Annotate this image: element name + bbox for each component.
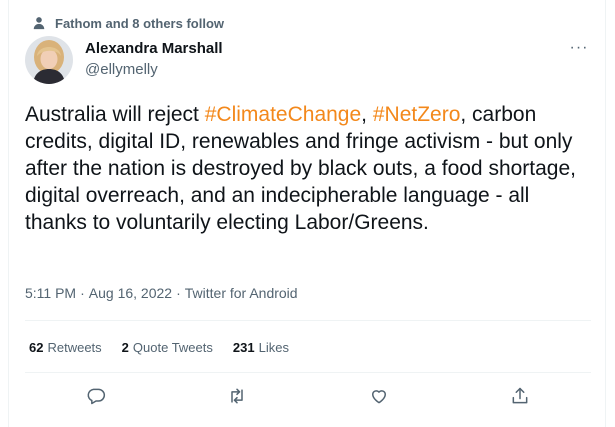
tweet-meta: 5:11 PM · Aug 16, 2022 · Twitter for And… bbox=[25, 285, 298, 301]
retweet-icon bbox=[231, 388, 243, 404]
avatar[interactable] bbox=[25, 36, 73, 84]
share-button[interactable] bbox=[503, 379, 537, 413]
divider bbox=[25, 320, 591, 321]
tweet-stats: 62 Retweets 2 Quote Tweets 231 Likes bbox=[29, 340, 289, 355]
meta-separator: · bbox=[176, 285, 181, 301]
social-context[interactable]: Fathom and 8 others follow bbox=[31, 14, 224, 32]
hashtag-link[interactable]: #NetZero bbox=[373, 103, 461, 126]
person-icon bbox=[31, 15, 47, 31]
retweets-stat[interactable]: 62 Retweets bbox=[29, 340, 102, 355]
retweets-label: Retweets bbox=[47, 340, 102, 355]
social-context-text: Fathom and 8 others follow bbox=[55, 15, 225, 31]
tweet-text-segment: Australia will reject bbox=[25, 103, 205, 126]
tweet-actions bbox=[25, 378, 591, 414]
quote-tweets-stat[interactable]: 2 Quote Tweets bbox=[122, 340, 213, 355]
like-button[interactable] bbox=[362, 379, 396, 413]
author-block: Alexandra Marshall @ellymelly bbox=[85, 40, 223, 80]
quote-tweets-label: Quote Tweets bbox=[132, 340, 213, 355]
retweets-count: 62 bbox=[29, 340, 44, 355]
tweet-time[interactable]: 5:11 PM bbox=[25, 285, 76, 301]
likes-count: 231 bbox=[232, 340, 255, 355]
tweet-card: Fathom and 8 others follow Alexandra Mar… bbox=[8, 0, 606, 427]
more-options-button[interactable]: ··· bbox=[567, 38, 591, 58]
retweet-button[interactable] bbox=[220, 379, 254, 413]
tweet-text: Australia will reject #ClimateChange, #N… bbox=[25, 101, 595, 236]
author-name[interactable]: Alexandra Marshall bbox=[85, 40, 223, 58]
quote-tweets-count: 2 bbox=[121, 340, 129, 355]
share-icon bbox=[512, 387, 528, 404]
likes-stat[interactable]: 231 Likes bbox=[233, 340, 289, 355]
tweet-date[interactable]: Aug 16, 2022 bbox=[89, 285, 172, 301]
like-icon bbox=[371, 390, 386, 404]
meta-separator: · bbox=[80, 285, 85, 301]
tweet-source[interactable]: Twitter for Android bbox=[185, 285, 298, 301]
tweet-text-segment: , bbox=[361, 103, 373, 126]
divider bbox=[25, 372, 591, 373]
likes-label: Likes bbox=[258, 340, 289, 355]
reply-icon bbox=[87, 388, 105, 405]
reply-button[interactable] bbox=[79, 379, 113, 413]
author-handle[interactable]: @ellymelly bbox=[85, 60, 223, 80]
hashtag-link[interactable]: #ClimateChange bbox=[205, 103, 361, 126]
